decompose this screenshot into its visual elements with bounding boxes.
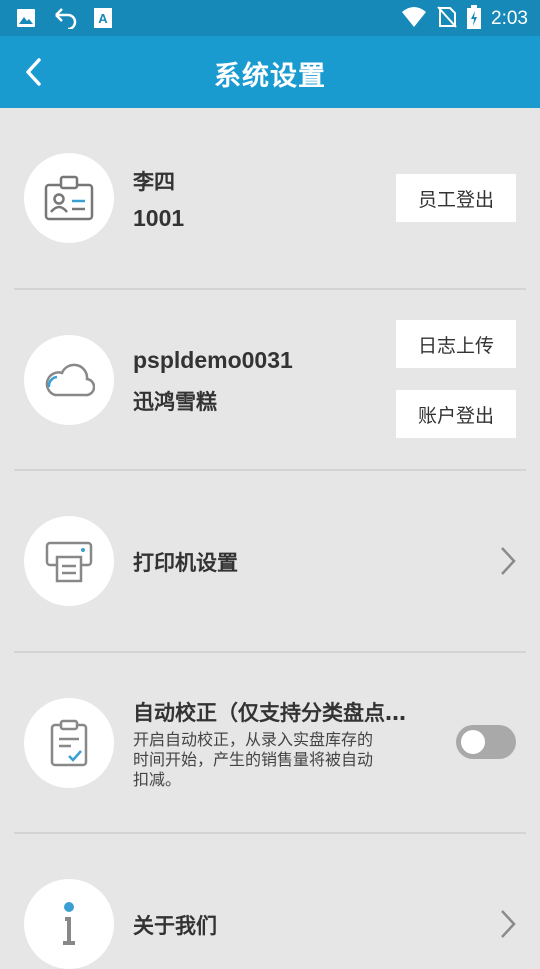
employee-avatar	[24, 153, 114, 243]
info-icon	[59, 901, 79, 947]
no-sim-icon	[437, 6, 457, 32]
employee-name: 李四	[133, 166, 175, 196]
chevron-right-icon	[498, 545, 518, 577]
image-icon	[16, 8, 36, 32]
page-title: 系统设置	[0, 54, 540, 93]
battery-charging-icon	[467, 5, 481, 33]
employee-id: 1001	[133, 205, 184, 232]
account-logout-button[interactable]: 账户登出	[396, 390, 516, 438]
chevron-right-icon	[498, 908, 518, 940]
clipboard-check-icon	[49, 719, 89, 767]
title-bar: 系统设置	[0, 36, 540, 108]
status-bar: A 2:03	[0, 0, 540, 36]
auto-correct-title: 自动校正（仅支持分类盘点…	[133, 697, 453, 727]
svg-text:A: A	[98, 11, 108, 26]
printer-icon	[45, 539, 93, 583]
employee-logout-button[interactable]: 员工登出	[396, 174, 516, 222]
auto-correct-description: 开启自动校正，从录入实盘库存的时间开始，产生的销售量将被自动扣减。	[133, 730, 373, 790]
about-avatar	[24, 879, 114, 969]
auto-correct-avatar	[24, 698, 114, 788]
about-us-row[interactable]: 关于我们	[0, 834, 540, 960]
auto-correct-section: 自动校正（仅支持分类盘点… 开启自动校正，从录入实盘库存的时间开始，产生的销售量…	[0, 653, 540, 833]
status-time: 2:03	[491, 8, 528, 30]
log-upload-button[interactable]: 日志上传	[396, 320, 516, 368]
id-card-icon	[44, 175, 94, 221]
printer-settings-row[interactable]: 打印机设置	[0, 471, 540, 651]
toggle-knob	[461, 730, 485, 754]
wifi-icon	[401, 6, 427, 32]
printer-avatar	[24, 516, 114, 606]
about-us-label: 关于我们	[133, 910, 217, 940]
hotspot-arrow-icon	[52, 7, 78, 33]
account-store-name: 迅鸿雪糕	[133, 386, 217, 416]
account-avatar	[24, 335, 114, 425]
employee-section: 李四 1001 员工登出	[0, 108, 540, 290]
cloud-icon	[43, 361, 95, 399]
account-username: pspldemo0031	[133, 347, 293, 374]
printer-settings-label: 打印机设置	[133, 547, 238, 577]
auto-correct-toggle[interactable]	[456, 725, 516, 759]
account-section: pspldemo0031 迅鸿雪糕 日志上传 账户登出	[0, 290, 540, 470]
font-a-icon: A	[94, 8, 112, 32]
